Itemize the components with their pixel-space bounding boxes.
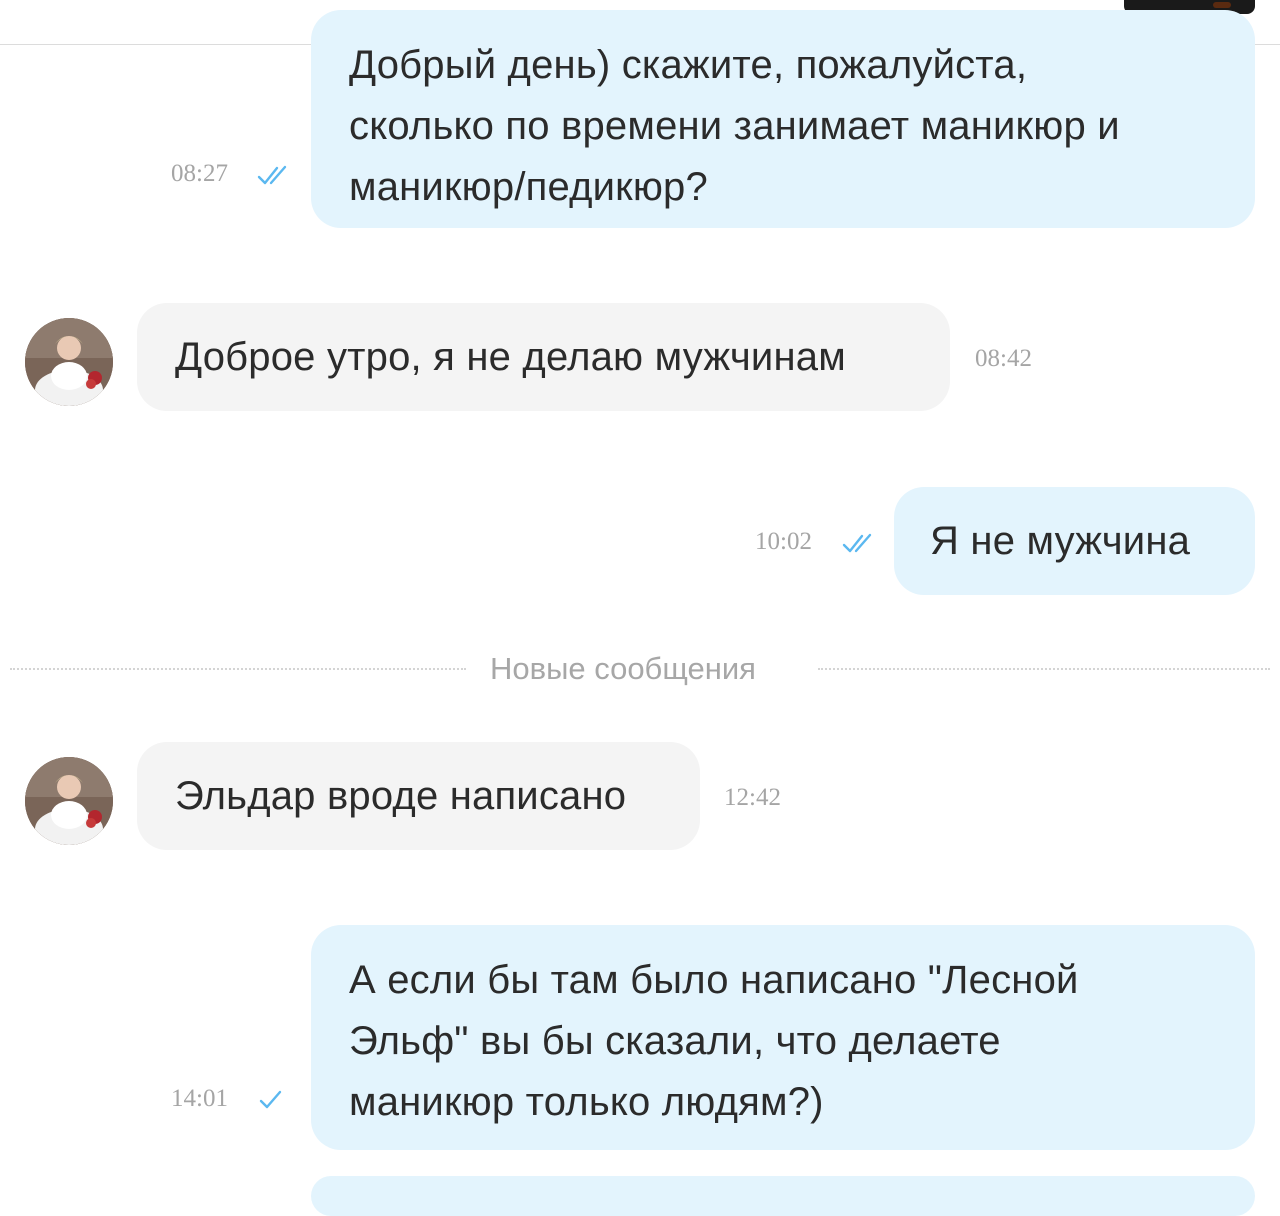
message-text-line: Я не мужчина <box>930 519 1191 563</box>
header-action-icon <box>1213 2 1231 8</box>
message-timestamp: 14:01 <box>171 1085 228 1112</box>
message-bubble-incoming[interactable]: Доброе утро, я не делаю мужчинам <box>137 303 950 411</box>
message-timestamp: 12:42 <box>724 784 781 811</box>
single-check-icon <box>259 1090 282 1109</box>
message-text-line: Добрый день) скажите, пожалуйста, <box>349 43 1028 87</box>
message-bubble-outgoing[interactable]: Добрый день) скажите, пожалуйста, скольк… <box>311 10 1255 228</box>
message-bubble-outgoing[interactable] <box>311 1176 1255 1216</box>
message-text-line: сколько по времени занимает маникюр и <box>349 104 1120 148</box>
divider-line-left <box>10 668 466 670</box>
divider-line-right <box>818 668 1270 670</box>
new-messages-label: Новые сообщения <box>490 651 756 686</box>
avatar-photo <box>25 318 113 406</box>
message-bubble-outgoing[interactable]: А если бы там было написано "Лесной Эльф… <box>311 925 1255 1150</box>
message-text-line: Эльдар вроде написано <box>175 774 627 818</box>
message-text-line: маникюр/педикюр? <box>349 165 708 209</box>
message-text-line: Эльф" вы бы сказали, что делаете <box>349 1019 1001 1063</box>
message-bubble-incoming[interactable]: Эльдар вроде написано <box>137 742 700 850</box>
avatar[interactable] <box>25 318 113 406</box>
double-check-icon <box>257 165 287 185</box>
message-text-line: А если бы там было написано "Лесной <box>349 958 1079 1002</box>
double-check-icon <box>842 533 872 553</box>
avatar-photo <box>25 757 113 845</box>
new-messages-divider: Новые сообщения <box>0 646 1280 692</box>
message-timestamp: 10:02 <box>755 528 812 555</box>
message-timestamp: 08:42 <box>975 345 1032 372</box>
avatar[interactable] <box>25 757 113 845</box>
message-timestamp: 08:27 <box>171 160 228 187</box>
message-bubble-outgoing[interactable]: Я не мужчина <box>894 487 1255 595</box>
message-text-line: Доброе утро, я не делаю мужчинам <box>175 335 846 379</box>
message-text-line: маникюр только людям?) <box>349 1080 824 1124</box>
